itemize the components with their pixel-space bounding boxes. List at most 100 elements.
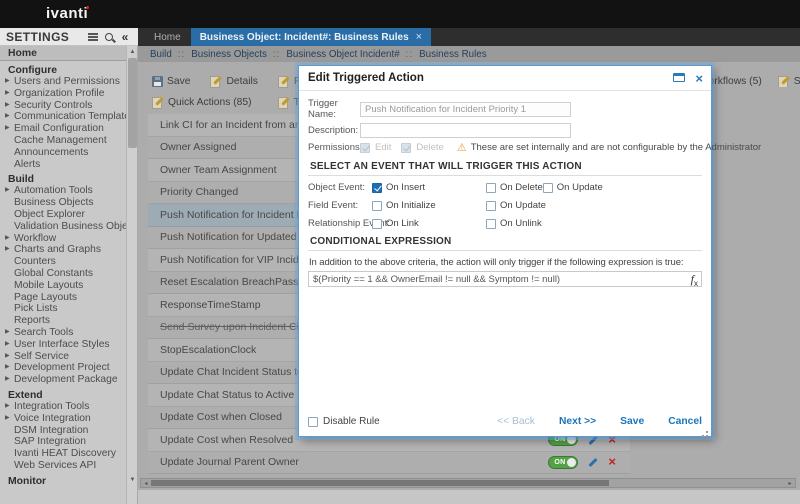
- collapse-sidebar-icon[interactable]: «: [118, 30, 132, 44]
- sidebar-item-global-constants[interactable]: Global Constants: [0, 268, 127, 280]
- sidebar-item-development-package[interactable]: ▶Development Package: [0, 374, 127, 386]
- expand-arrow-icon[interactable]: ▶: [5, 111, 10, 123]
- next-button[interactable]: Next >>: [559, 416, 596, 427]
- expand-arrow-icon[interactable]: ▶: [5, 88, 10, 100]
- expand-arrow-icon[interactable]: ▶: [5, 123, 10, 135]
- sidebar-item-user-interface-styles[interactable]: ▶User Interface Styles: [0, 339, 127, 351]
- checkbox-on-link[interactable]: [372, 219, 382, 229]
- expand-arrow-icon[interactable]: ▶: [5, 185, 10, 197]
- delete-x-icon[interactable]: ×: [608, 456, 616, 468]
- breadcrumb-item-build[interactable]: Build: [150, 49, 172, 60]
- sidebar-item-reports[interactable]: Reports: [0, 315, 127, 327]
- expand-arrow-icon[interactable]: ▶: [5, 413, 10, 425]
- sidebar-scrollbar-thumb[interactable]: [128, 58, 137, 148]
- sidebar-item-alerts[interactable]: Alerts: [0, 159, 127, 171]
- checkbox-on-insert[interactable]: [372, 183, 382, 193]
- expand-arrow-icon[interactable]: ▶: [5, 351, 10, 363]
- scroll-right-icon[interactable]: ▸: [785, 479, 795, 487]
- sidebar-item-cache-management[interactable]: Cache Management: [0, 135, 127, 147]
- close-icon[interactable]: ×: [695, 66, 703, 91]
- trigger-name-input[interactable]: Push Notification for Incident Priority …: [360, 102, 571, 117]
- event-option-on-update[interactable]: On Update: [543, 182, 652, 193]
- maximize-icon[interactable]: [673, 73, 685, 82]
- sidebar-item-email-configuration[interactable]: ▶Email Configuration: [0, 123, 127, 135]
- sidebar-item-dsm-integration[interactable]: DSM Integration: [0, 425, 127, 437]
- save-button[interactable]: Save: [620, 416, 644, 427]
- sidebar-item-sap-integration[interactable]: SAP Integration: [0, 436, 127, 448]
- expand-arrow-icon[interactable]: ▶: [5, 401, 10, 413]
- sidebar-item-pick-lists[interactable]: Pick Lists: [0, 303, 127, 315]
- expand-arrow-icon[interactable]: ▶: [5, 244, 10, 256]
- sidebar-item-announcements[interactable]: Announcements: [0, 147, 127, 159]
- expand-arrow-icon[interactable]: ▶: [5, 339, 10, 351]
- cancel-button[interactable]: Cancel: [668, 416, 702, 427]
- sidebar-scrollbar[interactable]: ▲ ▼: [126, 46, 137, 504]
- sidebar-item-workflow[interactable]: ▶Workflow: [0, 233, 127, 245]
- search-icon[interactable]: [102, 30, 116, 44]
- expression-editor-fx-button[interactable]: fx: [691, 272, 698, 288]
- sidebar-item-security-controls[interactable]: ▶Security Controls: [0, 100, 127, 112]
- table-row[interactable]: Update Journal Parent OwnerON×: [148, 452, 630, 475]
- sidebar-item-voice-integration[interactable]: ▶Voice Integration: [0, 413, 127, 425]
- description-input[interactable]: [360, 123, 571, 138]
- sidebar-item-home[interactable]: Home: [0, 46, 127, 61]
- event-option-on-link[interactable]: On Link: [372, 218, 486, 229]
- tab-business-rules[interactable]: Business Object: Incident#: Business Rul…: [191, 28, 431, 46]
- scroll-up-icon[interactable]: ▲: [127, 46, 138, 57]
- event-option-on-update[interactable]: On Update: [486, 200, 546, 211]
- sidebar-item-ivanti-heat-discovery[interactable]: Ivanti HEAT Discovery: [0, 448, 127, 460]
- expand-arrow-icon[interactable]: ▶: [5, 100, 10, 112]
- horizontal-scrollbar[interactable]: ◂ ▸: [140, 478, 796, 488]
- sidebar-item-validation-business-objects[interactable]: Validation Business Objects: [0, 221, 127, 233]
- expression-input[interactable]: $(Priority == 1 && OwnerEmail != null &&…: [308, 271, 702, 287]
- disable-rule-option[interactable]: Disable Rule: [308, 416, 380, 427]
- sidebar-item-users-and-permissions[interactable]: ▶Users and Permissions: [0, 76, 127, 88]
- checkbox-on-delete[interactable]: [486, 183, 496, 193]
- sidebar-item-web-services-api[interactable]: Web Services API: [0, 460, 127, 472]
- sidebar-item-automation-tools[interactable]: ▶Automation Tools: [0, 185, 127, 197]
- event-option-on-initialize[interactable]: On Initialize: [372, 200, 486, 211]
- event-option-on-insert[interactable]: On Insert: [372, 182, 486, 193]
- toolbar-button-save[interactable]: Save: [152, 75, 190, 87]
- resize-grip[interactable]: [706, 431, 708, 433]
- checkbox-on-update[interactable]: [486, 201, 496, 211]
- breadcrumb-item-business-objects[interactable]: Business Objects: [191, 49, 267, 60]
- expand-arrow-icon[interactable]: ▶: [5, 374, 10, 386]
- rule-enabled-toggle[interactable]: ON: [548, 456, 578, 469]
- checkbox-on-update[interactable]: [543, 183, 553, 193]
- expand-arrow-icon[interactable]: ▶: [5, 362, 10, 374]
- sidebar-item-development-project[interactable]: ▶Development Project: [0, 362, 127, 374]
- scroll-left-icon[interactable]: ◂: [141, 479, 151, 487]
- toolbar-button-details[interactable]: Details: [210, 75, 257, 87]
- expand-arrow-icon[interactable]: ▶: [5, 327, 10, 339]
- checkbox-on-initialize[interactable]: [372, 201, 382, 211]
- expand-arrow-icon[interactable]: ▶: [5, 76, 10, 88]
- event-option-on-delete[interactable]: On Delete: [486, 182, 543, 193]
- sidebar-item-communication-templates[interactable]: ▶Communication Templates: [0, 111, 127, 123]
- back-button[interactable]: << Back: [497, 416, 535, 427]
- sidebar-item-object-explorer[interactable]: Object Explorer: [0, 209, 127, 221]
- sidebar-item-organization-profile[interactable]: ▶Organization Profile: [0, 88, 127, 100]
- sidebar-item-page-layouts[interactable]: Page Layouts: [0, 292, 127, 304]
- disable-rule-checkbox[interactable]: [308, 417, 318, 427]
- tab-close-icon[interactable]: ×: [416, 31, 422, 43]
- menu-list-icon[interactable]: [86, 30, 100, 44]
- sidebar-item-charts-and-graphs[interactable]: ▶Charts and Graphs: [0, 244, 127, 256]
- sidebar-item-business-objects[interactable]: Business Objects: [0, 197, 127, 209]
- breadcrumb-item-business-rules[interactable]: Business Rules: [419, 49, 487, 60]
- tab-home[interactable]: Home: [144, 28, 191, 46]
- toolbar-button-search[interactable]: Search: [778, 75, 800, 87]
- sidebar-item-counters[interactable]: Counters: [0, 256, 127, 268]
- sidebar-item-mobile-layouts[interactable]: Mobile Layouts: [0, 280, 127, 292]
- scroll-down-icon[interactable]: ▼: [127, 474, 138, 485]
- event-option-on-unlink[interactable]: On Unlink: [486, 218, 542, 229]
- sidebar-item-integration-tools[interactable]: ▶Integration Tools: [0, 401, 127, 413]
- breadcrumb-item-business-object-incident[interactable]: Business Object Incident#: [286, 49, 399, 60]
- sidebar-item-self-service[interactable]: ▶Self Service: [0, 351, 127, 363]
- sidebar-item-search-tools[interactable]: ▶Search Tools: [0, 327, 127, 339]
- horizontal-scrollbar-thumb[interactable]: [151, 480, 609, 486]
- expand-arrow-icon[interactable]: ▶: [5, 233, 10, 245]
- edit-pencil-icon[interactable]: [587, 456, 599, 468]
- checkbox-on-unlink[interactable]: [486, 219, 496, 229]
- toolbar-button-quick-actions-85[interactable]: Quick Actions (85): [152, 96, 252, 108]
